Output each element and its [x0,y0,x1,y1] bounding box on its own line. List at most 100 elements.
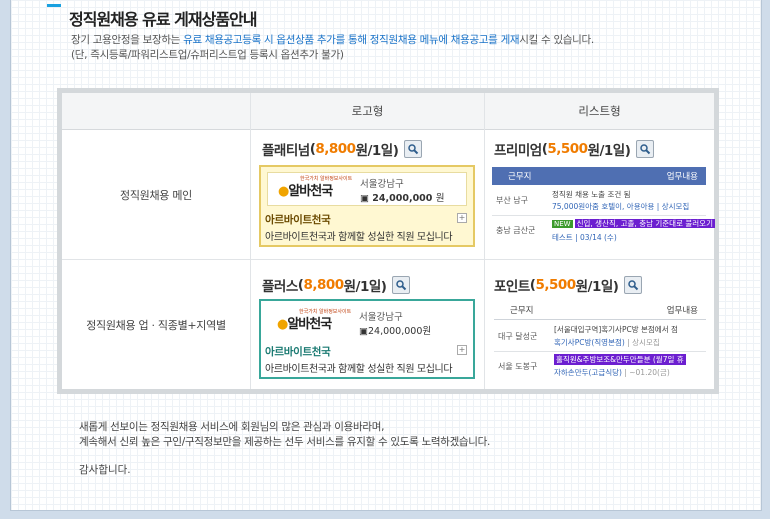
description: 장기 고용안정을 보장하는 유료 채용공고등록 시 옵션상품 추가를 통해 정직… [71,33,594,63]
product-name: 포인트 [494,279,530,295]
list-header-job: 업무내용 [666,306,698,316]
divider [484,93,485,389]
point-sample-list: 근무지 업무내용 대구 달성군 [서울대입구역]혹기사PC방 본점에서 점 혹기… [494,301,706,381]
platinum-sample-card: 한국가치 알바정보사이트 ●알바천국 서울강남구 ▣ 24,000,000 원 아… [259,165,475,247]
footer-thanks: 감사합니다. [79,464,131,476]
list-row: 충남 금산군 NEW 신입, 생산직, 고졸, 충남 기준대로 불러오기 테스트 … [492,215,715,245]
card-company: 아르바이트천국 [265,214,331,226]
list-row: 서울 도봉구 홀직원&주방보조&만두만들분 (월7일 휴 자하손만두(고급식당)… [494,351,706,381]
product-board: 로고형 리스트형 정직원채용 메인 정직원채용 업 · 직종별+지역별 플래티넘… [57,88,719,394]
magnifier-icon[interactable] [636,140,655,158]
card-top: 한국가치 알바정보사이트 ●알바천국 서울강남구 ▣24,000,000원 [267,306,467,338]
product-grid: 로고형 리스트형 정직원채용 메인 정직원채용 업 · 직종별+지역별 플래티넘… [62,93,715,389]
price-unit: 원/1일) [343,279,387,295]
price-unit: 원/1일) [575,279,619,295]
card-location: 서울강남구 [360,179,404,190]
product-title: 플러스 (8,800 원/1일) [262,275,411,295]
product-price: 5,500 [535,277,576,293]
list-region: 대구 달성군 [498,332,538,341]
plus-icon: + [457,345,467,355]
salary-value: 24,000,000 [372,193,433,204]
list-row: 부산 남구 정직원 채용 노출 조건 됨 75,000원아줌 호텔이, 아용아용… [492,185,706,216]
footer-line2: 계속해서 신뢰 높은 구인/구직정보만을 제공하는 선두 서비스를 유지할 수 … [79,436,491,448]
list-sub-company: 자하손만두(고급식당) [554,368,622,377]
product-plus: 플러스 (8,800 원/1일) [262,275,411,295]
list-title: [서울대입구역]혹기사PC방 본점에서 점 [554,325,678,334]
product-name: 프리미엄 [494,143,542,159]
footer-message: 새롭게 선보이는 정직원채용 서비스에 회원님의 많은 관심과 이용바라며, 계… [79,420,490,450]
card-company: 아르바이트천국 [265,346,331,358]
product-price: 5,500 [547,141,588,157]
list-sub: 테스트 | 03/14 (수) [552,233,617,242]
divider [250,93,251,389]
list-title-wrap: NEW 신입, 생산직, 고졸, 충남 기준대로 불러오기 [552,218,715,229]
list-region: 부산 남구 [496,196,528,205]
price-unit: 원/1일) [587,143,631,159]
desc-prefix: 장기 고용안정을 보장하는 [71,34,184,46]
row-label-category: 정직원채용 업 · 직종별+지역별 [86,318,226,332]
header-blank [62,93,250,130]
magnifier-icon[interactable] [624,276,643,294]
albachunguk-logo: 한국가치 알바정보사이트 ●알바천국 [277,309,352,332]
page-title: 정직원채용 유료 게재상품안내 [69,10,258,29]
list-title: 신입, 생산직, 고졸, 충남 기준대로 불러오기 [574,219,715,228]
magnifier-icon[interactable] [404,140,423,158]
description-line1: 장기 고용안정을 보장하는 유료 채용공고등록 시 옵션상품 추가를 통해 정직… [71,33,594,48]
list-sub-company: 혹기사PC방(직영본점) [554,338,625,347]
product-platinum: 플래티넘 (8,800 원/1일) [262,139,423,159]
logo-tagline: 한국가치 알바정보사이트 [300,176,353,182]
card-salary: ▣ 24,000,000 원 [360,193,445,204]
logo-tagline: 한국가치 알바정보사이트 [299,309,352,315]
card-top: 한국가치 알바정보사이트 ●알바천국 서울강남구 ▣ 24,000,000 원 [267,172,467,206]
magnifier-icon[interactable] [392,276,411,294]
salary-value: 24,000,000 [367,326,423,337]
product-price: 8,800 [315,141,356,157]
desc-highlight: 유료 채용공고등록 시 옵션상품 추가를 통해 정직원채용 메뉴에 채용공고를 … [183,34,520,46]
list-header: 근무지 업무내용 [494,301,706,320]
list-sub-date: | 상시모집 [627,338,660,347]
product-name: 플래티넘 [262,143,310,159]
plus-icon: + [457,213,467,223]
list-header-region: 근무지 [508,172,532,182]
list-region: 충남 금산군 [496,226,536,235]
product-name: 플러스 [262,279,298,295]
product-point: 포인트 (5,500 원/1일) [494,275,643,295]
plus-sample-card: 한국가치 알바정보사이트 ●알바천국 서울강남구 ▣24,000,000원 아르바… [259,299,475,379]
logo-text: 알바천국 [287,317,332,332]
card-salary: ▣24,000,000원 [359,326,432,337]
title-bar-icon [47,4,61,7]
list-sub: 혹기사PC방(직영본점) | 상시모집 [554,337,660,348]
logo-text: 알바천국 [288,184,333,199]
card-location: 서울강남구 [359,312,403,323]
header-list-type: 리스트형 [485,93,714,130]
list-sub: 자하손만두(고급식당) | ~01.20(금) [554,367,670,378]
list-region: 서울 도봉구 [498,362,538,371]
product-title: 플래티넘 (8,800 원/1일) [262,139,423,159]
list-header-job: 업무내용 [666,172,698,182]
salary-unit: 원 [422,326,432,337]
list-header-region: 근무지 [510,306,534,316]
product-premium: 프리미엄 (5,500 원/1일) [494,139,655,159]
list-sub: 75,000원아줌 호텔이, 아용아용 | 상시모집 [552,202,690,211]
albachunguk-logo: 한국가치 알바정보사이트 ●알바천국 [278,176,353,199]
header-logo-type: 로고형 [251,93,484,130]
salary-unit: 원 [435,193,445,204]
product-price: 8,800 [303,277,344,293]
desc-suffix: 시킬 수 있습니다. [519,34,594,46]
card-slogan: 아르바이트천국과 함께할 성실한 직원 모십니다 [265,364,453,375]
footer-line1: 새롭게 선보이는 정직원채용 서비스에 회원님의 많은 관심과 이용바라며, [79,421,385,433]
list-sub-date: | ~01.20(금) [624,368,670,377]
new-badge: NEW [552,220,573,228]
list-row: 대구 달성군 [서울대입구역]혹기사PC방 본점에서 점 혹기사PC방(직영본점… [494,319,706,352]
description-line2: (단, 즉시등록/파워리스트업/슈퍼리스트업 등록시 옵션추가 불가) [71,49,344,61]
page-panel: 정직원채용 유료 게재상품안내 장기 고용안정을 보장하는 유료 채용공고등록 … [10,0,762,511]
card-slogan: 아르바이트천국과 함께할 성실한 직원 모십니다 [265,232,453,243]
premium-sample-list: 근무지 업무내용 부산 남구 정직원 채용 노출 조건 됨 75,000원아줌 … [492,167,715,247]
list-title: 홀직원&주방보조&만두만들분 (월7일 휴 [554,354,686,365]
row-label-main: 정직원채용 메인 [120,188,192,202]
list-header: 근무지 업무내용 [492,167,706,185]
product-title: 프리미엄 (5,500 원/1일) [494,139,655,159]
list-title: 정직원 채용 노출 조건 됨 [552,190,631,199]
product-title: 포인트 (5,500 원/1일) [494,275,643,295]
price-unit: 원/1일) [355,143,399,159]
